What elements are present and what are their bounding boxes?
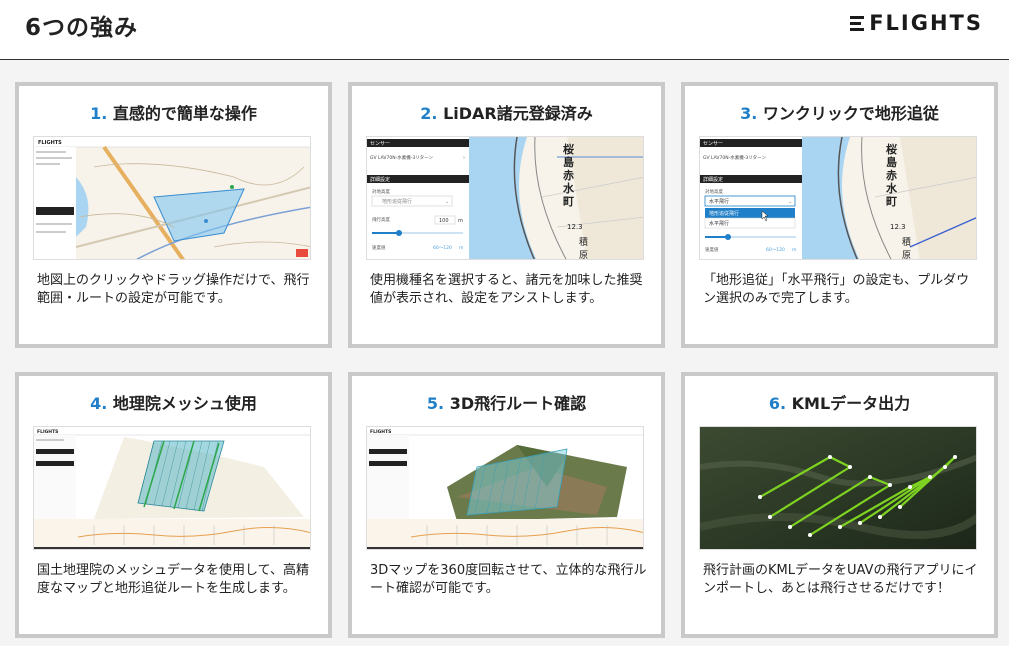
screenshot-thumbnail: センサー GV LAV70N-水素機-3リターン › 詳細設定 対地高度 地形追…: [366, 136, 644, 260]
feature-card-2: 2. LiDAR諸元登録済み センサー GV LAV70N-水素機-3リターン …: [348, 82, 665, 348]
thumb-speed-value: 60～120: [766, 247, 785, 253]
map-label: 水: [563, 181, 575, 195]
map-label: 桜: [563, 142, 574, 156]
card-number: 3.: [740, 104, 758, 123]
feature-card-1: 1. 直感的で簡単な操作 FLIGHTS 地図上のクリックやドラッグ操作だけで、…: [15, 82, 332, 348]
card-description: 地図上のクリックやドラッグ操作だけで、飛行範囲・ルートの設定が可能です。: [37, 273, 310, 306]
thumb-speed-label: 速度値: [372, 244, 386, 251]
chevron-down-icon: ⌄: [788, 199, 792, 205]
card-title: 1. 直感的で簡単な操作: [19, 100, 328, 124]
card-number: 5.: [426, 394, 445, 413]
thumb-app-name: FLIGHTS: [38, 140, 62, 146]
screenshot-thumbnail: FLIGHTS: [366, 426, 644, 550]
card-title: 2. LiDAR諸元登録済み: [352, 100, 661, 124]
screenshot-thumbnail: [699, 426, 977, 550]
thumb-sensor-value: GV LAV70N-水素機-3リターン: [370, 154, 433, 161]
thumb-terrain-label: 対地高度: [705, 188, 723, 195]
screenshot-thumbnail: FLIGHTS: [33, 136, 311, 260]
map-label: 原: [579, 250, 588, 260]
map-elevation-label: 12.3: [567, 223, 583, 231]
card-heading: ワンクリックで地形追従: [762, 104, 939, 123]
map-label: 町: [563, 195, 574, 208]
map-label: 赤: [886, 168, 897, 182]
thumb-altitude-value: 100: [439, 218, 449, 224]
map-label: 積: [902, 236, 911, 248]
card-number: 4.: [90, 394, 108, 413]
card-title: 3. ワンクリックで地形追従: [685, 100, 994, 124]
dropdown-option-level: 水平飛行: [709, 220, 729, 227]
feature-card-4: 4. 地理院メッシュ使用 FLIGHTS 国土地理院のメッシュデータを使用して、…: [15, 372, 332, 638]
map-ui-image: FLIGHTS: [34, 137, 310, 259]
feature-grid: 1. 直感的で簡単な操作 FLIGHTS 地図上のクリックやドラッグ操作だけで、…: [0, 0, 1009, 646]
map-label: 島: [886, 155, 897, 169]
map-label: 積: [579, 236, 588, 248]
map-elevation-label: 12.3: [890, 223, 906, 231]
thumb-detail-label: 詳細設定: [703, 176, 723, 183]
card-description: 使用機種名を選択すると、諸元を加味した推奨値が表示され、設定をアシストします。: [370, 273, 643, 306]
thumb-detail-label: 詳細設定: [370, 176, 390, 183]
map-label: 島: [563, 155, 574, 169]
thumb-selected-option: 水平飛行: [709, 198, 729, 205]
map-label: 水: [886, 181, 898, 195]
thumb-altitude-label: 飛行高度: [372, 216, 390, 223]
card-description: 3Dマップを360度回転させて、立体的な飛行ルート確認が可能です。: [370, 563, 647, 596]
map-label: 原: [902, 250, 911, 260]
thumb-terrain-label: 対地高度: [372, 188, 390, 195]
thumb-speed-unit: m: [792, 248, 796, 253]
kml-output-image: [700, 427, 976, 549]
3d-route-image: FLIGHTS: [367, 427, 643, 549]
mesh-map-image: FLIGHTS: [34, 427, 310, 549]
thumb-altitude-unit: m: [458, 218, 463, 224]
card-heading: 直感的で簡単な操作: [112, 104, 257, 123]
map-label: 赤: [563, 168, 574, 182]
feature-card-5: 5. 3D飛行ルート確認 FLIGHTS 3Dマップを360度回転させて、立体的…: [348, 372, 665, 638]
map-label: 桜: [886, 142, 897, 156]
chevron-down-icon: ⌄: [445, 199, 449, 205]
thumb-speed-label: 速度値: [705, 246, 719, 253]
map-label: 町: [886, 195, 897, 208]
card-heading: LiDAR諸元登録済み: [443, 104, 593, 123]
chevron-right-icon: ›: [463, 155, 465, 161]
thumb-speed-value: 60～120: [433, 245, 452, 251]
feature-card-3: 3. ワンクリックで地形追従 センサー GV LAV70N-水素機-3リターン …: [681, 82, 998, 348]
card-heading: 3D飛行ルート確認: [449, 394, 587, 413]
terrain-dropdown-image: センサー GV LAV70N-水素機-3リターン 詳細設定 対地高度 水平飛行 …: [700, 137, 976, 260]
screenshot-thumbnail: センサー GV LAV70N-水素機-3リターン 詳細設定 対地高度 水平飛行 …: [699, 136, 977, 260]
card-title: 6. KMLデータ出力: [685, 390, 994, 414]
card-description: 飛行計画のKMLデータをUAVの飛行アプリにインポートし、あとは飛行させるだけで…: [703, 563, 978, 596]
card-description: 国土地理院のメッシュデータを使用して、高精度なマップと地形追従ルートを生成します…: [37, 563, 309, 596]
card-number: 2.: [420, 104, 438, 123]
thumb-app-name: FLIGHTS: [37, 429, 58, 435]
dropdown-option-terrain: 地形追従飛行: [709, 210, 739, 217]
card-title: 5. 3D飛行ルート確認: [352, 390, 661, 414]
thumb-terrain-value: 地形追従飛行: [382, 198, 412, 205]
card-number: 1.: [90, 104, 108, 123]
card-heading: KMLデータ出力: [791, 394, 911, 413]
thumb-speed-unit: m: [459, 246, 463, 251]
card-description: 「地形追従」「水平飛行」の設定も、プルダウン選択のみで完了します。: [703, 273, 970, 306]
feature-card-6: 6. KMLデータ出力 飛行計画のKMLデータをUAVの飛行アプリにインポートし…: [681, 372, 998, 638]
thumb-sensor-value: GV LAV70N-水素機-3リターン: [703, 154, 766, 161]
screenshot-thumbnail: FLIGHTS: [33, 426, 311, 550]
thumb-app-name: FLIGHTS: [370, 429, 391, 435]
sensor-settings-image: センサー GV LAV70N-水素機-3リターン › 詳細設定 対地高度 地形追…: [367, 137, 643, 260]
card-number: 6.: [768, 394, 787, 413]
card-title: 4. 地理院メッシュ使用: [19, 390, 328, 414]
thumb-sensor-label: センサー: [370, 141, 390, 147]
thumb-sensor-label: センサー: [703, 141, 723, 147]
card-heading: 地理院メッシュ使用: [112, 394, 257, 413]
